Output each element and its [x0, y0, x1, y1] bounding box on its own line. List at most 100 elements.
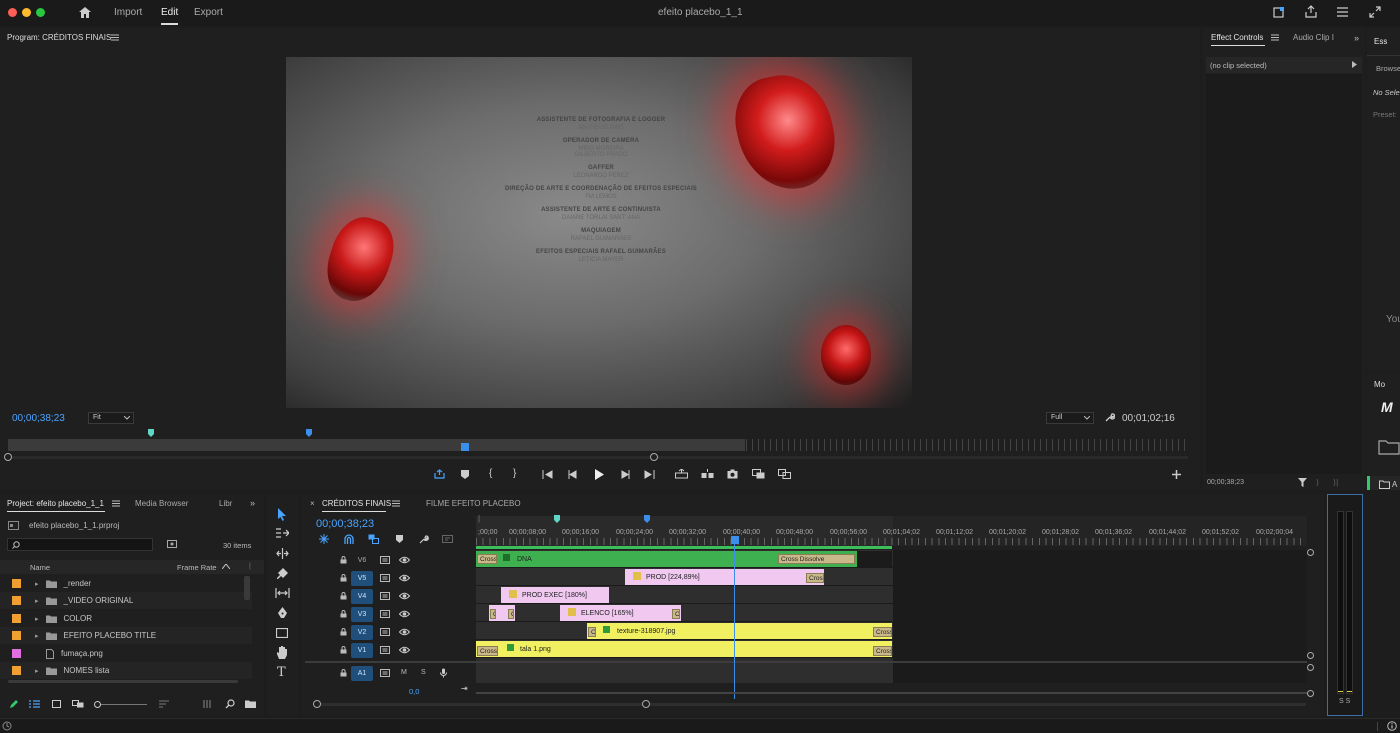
transition-c[interactable]: C — [508, 609, 514, 619]
add-marker-icon[interactable] — [461, 470, 469, 479]
sync-lock-icon[interactable] — [380, 592, 390, 600]
quick-export-icon[interactable] — [1273, 6, 1285, 18]
panel-menu-icon[interactable] — [112, 500, 120, 507]
sync-lock-icon[interactable] — [380, 628, 390, 636]
transition-cross[interactable]: Cross — [873, 627, 892, 637]
program-playhead[interactable] — [461, 443, 469, 451]
list-item[interactable]: ▸ _VIDEO ORIGINAL — [0, 592, 252, 609]
go-to-in-icon[interactable] — [542, 470, 553, 479]
col-header-name[interactable]: Name — [30, 563, 50, 572]
clip-prod-exec[interactable]: PROD EXEC [180%] — [501, 587, 609, 604]
meter-solo-labels[interactable]: S S — [1339, 698, 1350, 705]
ripple-edit-tool-icon[interactable] — [276, 548, 289, 559]
work-area-start-marker[interactable]: | — [478, 514, 480, 523]
more-panels-icon[interactable]: » — [1354, 33, 1359, 43]
lock-icon[interactable] — [340, 646, 347, 654]
go-to-out-icon[interactable] — [644, 470, 655, 479]
close-window-button[interactable] — [8, 8, 17, 17]
expand-triangle-icon[interactable]: ▸ — [35, 632, 39, 640]
browse-tab[interactable]: Browse — [1376, 64, 1400, 73]
tab-creditos-finais[interactable]: CRÉDITOS FINAIS — [322, 499, 391, 508]
sync-lock-icon[interactable] — [380, 669, 390, 677]
lock-icon[interactable] — [340, 669, 347, 677]
tab-effect-controls[interactable]: Effect Controls — [1211, 33, 1263, 42]
nav-export[interactable]: Export — [194, 7, 223, 18]
tab-essential-graphics[interactable]: Ess — [1374, 37, 1387, 46]
list-item[interactable]: ▸ EFEITO PLACEBO TITLE — [0, 627, 252, 644]
folder-icon[interactable] — [1378, 439, 1400, 455]
lock-icon[interactable] — [340, 628, 347, 636]
workspaces-menu-icon[interactable] — [1336, 7, 1349, 18]
sync-lock-icon[interactable] — [380, 610, 390, 618]
track-label[interactable]: V5 — [351, 571, 373, 586]
play-icon[interactable] — [594, 469, 604, 480]
slip-tool-icon[interactable] — [275, 588, 290, 598]
play-audio-icon[interactable]: ⟩ — [1316, 478, 1319, 487]
track-label[interactable]: V1 — [351, 643, 373, 658]
transition-cross[interactable]: Cross — [477, 554, 497, 564]
maximize-window-button[interactable] — [36, 8, 45, 17]
label-color-swatch[interactable] — [12, 596, 21, 605]
sync-lock-icon[interactable] — [380, 556, 390, 564]
lift-icon[interactable] — [675, 469, 688, 479]
eye-icon[interactable] — [399, 610, 410, 618]
list-item[interactable]: ▸ _render — [0, 575, 252, 592]
track-label[interactable]: V4 — [351, 589, 373, 604]
in-marker-icon[interactable] — [554, 515, 560, 523]
project-search-input[interactable] — [7, 538, 153, 551]
fullscreen-icon[interactable] — [1369, 6, 1381, 18]
panel-menu-icon[interactable] — [111, 34, 119, 41]
background-tasks-icon[interactable] — [2, 721, 12, 731]
eye-icon[interactable] — [399, 592, 410, 600]
clip-elenco[interactable]: ELENCO [165%] — [560, 605, 681, 622]
label-color-swatch[interactable] — [12, 631, 21, 640]
motion-tab[interactable]: Mo — [1374, 380, 1385, 389]
clip-tala[interactable]: tala 1.png — [476, 641, 892, 658]
v-scroll-handle[interactable] — [1307, 652, 1314, 659]
nav-edit[interactable]: Edit — [161, 7, 178, 18]
toggle-animation-icon[interactable]: ⟩| — [1333, 478, 1338, 487]
label-color-swatch[interactable] — [12, 649, 21, 658]
project-vscrollbar[interactable] — [244, 576, 250, 600]
voiceover-mic-icon[interactable] — [440, 668, 447, 678]
find-icon[interactable] — [225, 699, 235, 709]
transition-cross[interactable]: Cross — [806, 573, 824, 583]
list-view-icon[interactable] — [29, 700, 40, 708]
lock-icon[interactable] — [340, 592, 347, 600]
proxy-toggle-icon[interactable] — [778, 469, 791, 479]
expand-triangle-icon[interactable]: ▸ — [35, 615, 39, 623]
transition-c[interactable]: C — [588, 627, 596, 637]
motion-list-item[interactable]: A — [1367, 476, 1400, 490]
camera-icon[interactable] — [727, 469, 738, 479]
selection-tool-icon[interactable] — [277, 508, 287, 521]
export-frame-icon[interactable] — [434, 469, 445, 479]
expand-triangle-icon[interactable]: ▸ — [35, 597, 39, 605]
rectangle-tool-icon[interactable] — [276, 628, 288, 638]
solo-button[interactable]: S — [421, 669, 426, 676]
minimize-window-button[interactable] — [22, 8, 31, 17]
audio-level-value[interactable]: 0,0 — [409, 687, 419, 696]
settings-wrench-icon[interactable] — [1104, 412, 1115, 423]
close-tab-icon[interactable]: × — [310, 499, 315, 508]
type-tool-icon[interactable]: T — [277, 665, 286, 680]
step-back-icon[interactable] — [568, 470, 578, 479]
transition-cross[interactable]: Cross — [873, 646, 892, 656]
v-scroll-handle[interactable] — [1307, 664, 1314, 671]
tab-libraries[interactable]: Libr — [219, 499, 232, 508]
program-video-frame[interactable]: ASSISTENTE DE FOTOGRAFIA E LOGGER MATHEU… — [286, 57, 912, 408]
eye-icon[interactable] — [399, 628, 410, 636]
pencil-icon[interactable] — [9, 699, 19, 709]
label-color-swatch[interactable] — [12, 666, 21, 675]
quality-select[interactable]: Full — [1046, 412, 1094, 424]
expand-arrow-icon[interactable] — [1352, 61, 1357, 68]
freeform-view-icon[interactable] — [72, 700, 84, 708]
new-bin-icon[interactable] — [245, 700, 256, 708]
info-icon[interactable] — [1387, 721, 1397, 731]
out-marker-icon[interactable] — [644, 515, 650, 523]
tab-audio-clip[interactable]: Audio Clip I — [1293, 33, 1334, 42]
track-label[interactable]: V6 — [351, 553, 373, 568]
lock-icon[interactable] — [340, 610, 347, 618]
home-icon[interactable] — [78, 6, 92, 19]
tab-project[interactable]: Project: efeito placebo_1_1 — [7, 499, 104, 508]
icon-view-icon[interactable] — [52, 700, 61, 708]
